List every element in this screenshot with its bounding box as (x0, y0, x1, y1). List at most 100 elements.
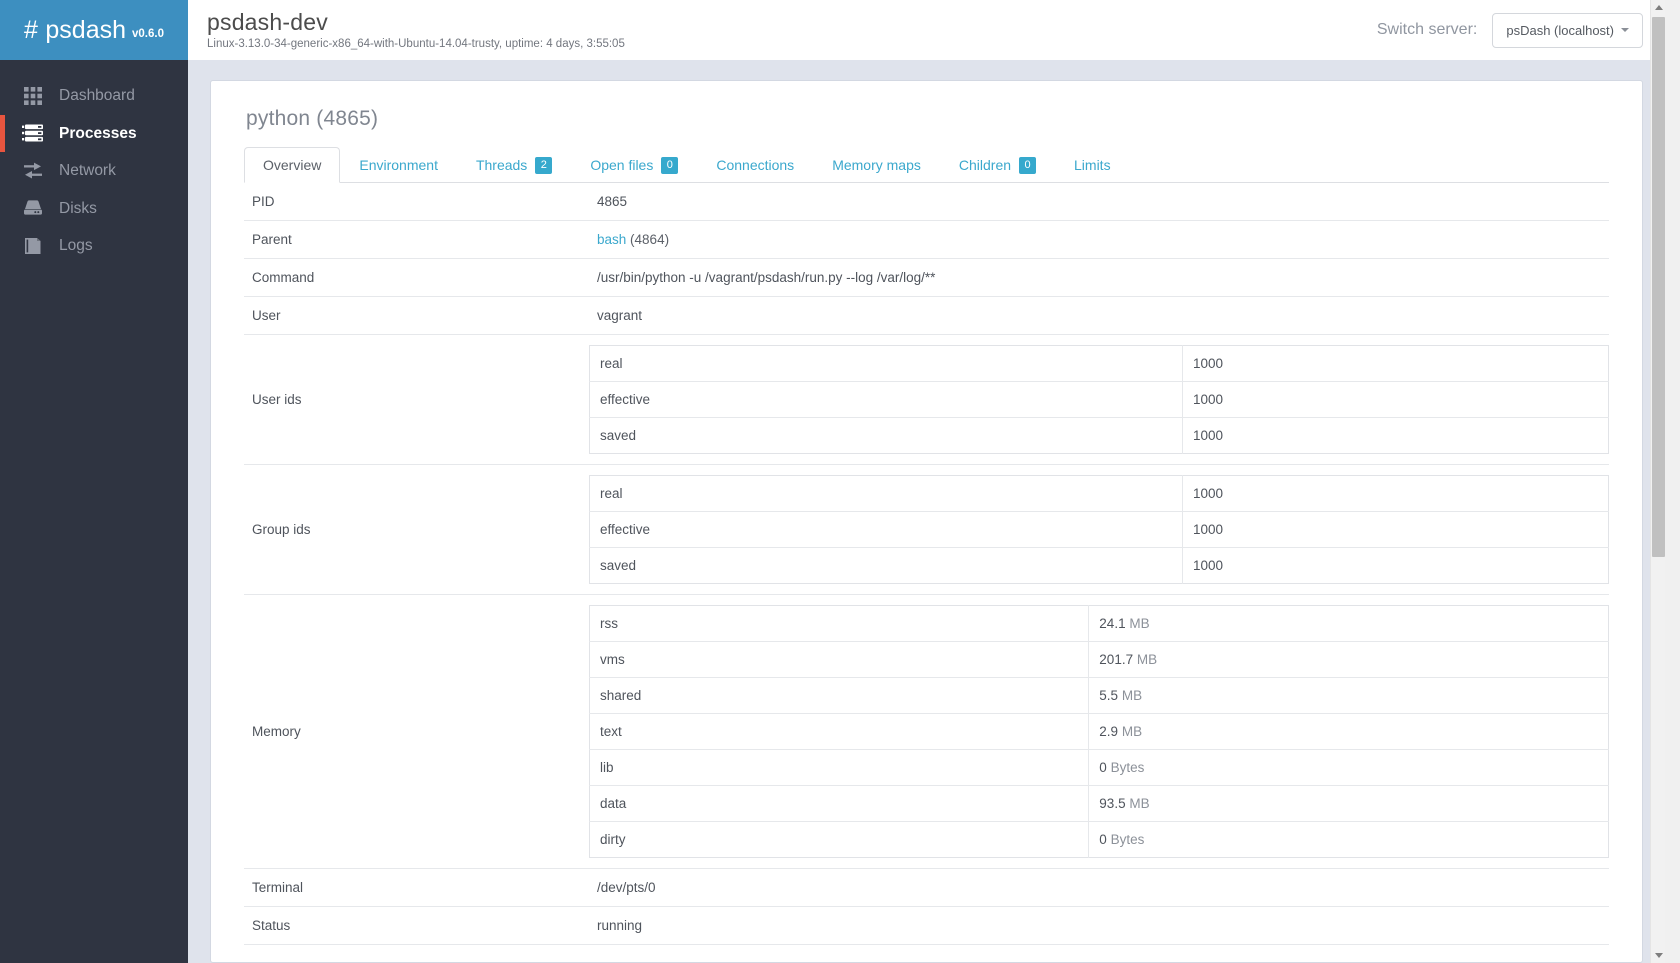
status-badge: 2 (535, 156, 553, 174)
row-value: bash (4864) (589, 220, 1609, 259)
scroll-up-icon[interactable] (1651, 0, 1666, 15)
server-select-dropdown[interactable]: psDash (localhost) (1492, 12, 1643, 48)
status-badge: 0 (661, 156, 679, 174)
scrollbar-thumb[interactable] (1652, 17, 1665, 557)
table-row: PID 4865 (244, 183, 1609, 221)
tab-overview[interactable]: Overview (244, 147, 341, 183)
tab-memory-maps[interactable]: Memory maps (813, 147, 940, 183)
memory-value: 201.7 MB (1088, 641, 1609, 678)
tab-label: Children (958, 157, 1012, 173)
table-row: Memory rss 24.1 MB vms 201.7 MB shared 5… (244, 594, 1609, 869)
group-id-kind: saved (589, 547, 1183, 584)
memory-number: 201.7 (1099, 652, 1134, 667)
user-id-kind: effective (589, 381, 1183, 418)
tab-label: Memory maps (832, 157, 921, 173)
table-row: Status running (244, 906, 1609, 945)
memory-kind: dirty (589, 821, 1090, 858)
tab-open-files[interactable]: Open files 0 (571, 147, 697, 183)
table-row: lib 0 Bytes (589, 749, 1609, 786)
user-ids-table: real 1000 effective 1000 saved 1000 (589, 345, 1609, 454)
tab-limits[interactable]: Limits (1055, 147, 1130, 183)
row-value: rss 24.1 MB vms 201.7 MB shared 5.5 MB t… (589, 594, 1609, 869)
parent-process-link[interactable]: bash (597, 232, 626, 247)
server-switcher: Switch server: psDash (localhost) (1376, 12, 1643, 48)
group-id-value: 1000 (1182, 547, 1609, 584)
table-row: rss 24.1 MB (589, 605, 1609, 642)
group-ids-table: real 1000 effective 1000 saved 1000 (589, 475, 1609, 584)
sidebar-item-label: Dashboard (59, 87, 135, 104)
server-icon (20, 121, 46, 145)
row-label: User ids (244, 334, 589, 465)
brand-name: psdash (45, 15, 127, 44)
sidebar-item-label: Logs (59, 237, 93, 254)
memory-value: 93.5 MB (1088, 785, 1609, 822)
memory-number: 0 (1099, 832, 1107, 847)
memory-unit: MB (1121, 688, 1143, 703)
host-subtitle: Linux-3.13.0-34-generic-x86_64-with-Ubun… (207, 38, 625, 51)
scroll-down-icon[interactable] (1651, 948, 1666, 963)
memory-value: 0 Bytes (1088, 749, 1609, 786)
table-row: effective 1000 (589, 511, 1609, 548)
memory-unit: MB (1121, 724, 1143, 739)
chevron-down-icon (1621, 28, 1629, 32)
hdd-icon (20, 196, 46, 220)
memory-kind: text (589, 713, 1090, 750)
table-row: User ids real 1000 effective 1000 saved … (244, 334, 1609, 465)
memory-kind: shared (589, 677, 1090, 714)
sidebar-item-network[interactable]: Network (0, 152, 188, 190)
table-row: data 93.5 MB (589, 785, 1609, 822)
row-label: Group ids (244, 464, 589, 595)
page-title: psdash-dev (207, 8, 328, 35)
page-scrollbar[interactable] (1650, 0, 1665, 963)
memory-number: 2.9 (1099, 724, 1119, 739)
row-value: 4865 (589, 183, 1609, 221)
table-row: saved 1000 (589, 547, 1609, 584)
process-title: python (4865) (246, 107, 379, 130)
brand-logo[interactable]: # psdash v0.6.0 (0, 0, 188, 60)
sidebar-item-label: Processes (59, 124, 137, 142)
book-icon (20, 234, 46, 258)
group-id-kind: real (589, 475, 1183, 512)
sidebar-item-disks[interactable]: Disks (0, 190, 188, 228)
memory-number: 5.5 (1099, 688, 1119, 703)
memory-kind: data (589, 785, 1090, 822)
tab-children[interactable]: Children 0 (940, 147, 1055, 183)
sidebar-nav: Dashboard Processes Network Disks Logs (0, 60, 188, 265)
table-row: dirty 0 Bytes (589, 821, 1609, 858)
sidebar-item-processes[interactable]: Processes (0, 114, 188, 153)
row-value: /dev/pts/0 (589, 868, 1609, 907)
main-area: psdash-dev Linux-3.13.0-34-generic-x86_6… (188, 0, 1665, 963)
sidebar: # psdash v0.6.0 Dashboard Processes Netw… (0, 0, 188, 963)
tab-label: Environment (359, 157, 438, 173)
table-row: real 1000 (589, 345, 1609, 382)
sidebar-item-logs[interactable]: Logs (0, 227, 188, 265)
process-tabs: Overview Environment Threads 2 Open file… (244, 147, 1609, 183)
row-value: running (589, 906, 1609, 945)
tab-label: Connections (716, 157, 795, 173)
user-id-kind: saved (589, 417, 1183, 454)
memory-number: 24.1 (1099, 616, 1126, 631)
row-label: Memory (244, 594, 589, 869)
tab-threads[interactable]: Threads 2 (457, 147, 571, 183)
tab-label: Threads (475, 157, 528, 173)
brand-version: v0.6.0 (132, 28, 164, 40)
table-row: User vagrant (244, 296, 1609, 335)
user-id-value: 1000 (1192, 356, 1223, 371)
sidebar-item-dashboard[interactable]: Dashboard (0, 77, 188, 115)
table-row: effective 1000 (589, 381, 1609, 418)
group-id-value: 1000 (1182, 511, 1609, 548)
content-area: python (4865) Overview Environment Threa… (188, 60, 1665, 963)
tab-environment[interactable]: Environment (340, 147, 457, 183)
switch-server-label: Switch server: (1376, 21, 1478, 38)
memory-kind: rss (589, 605, 1090, 642)
user-id-value: 1000 (1182, 381, 1609, 418)
server-select-value: psDash (localhost) (1506, 22, 1614, 38)
row-value: vagrant (589, 296, 1609, 335)
host-titles: psdash-dev Linux-3.13.0-34-generic-x86_6… (207, 10, 1377, 50)
status-badge: 0 (1019, 156, 1037, 174)
parent-process-pid: (4864) (630, 232, 670, 247)
table-row: Terminal /dev/pts/0 (244, 868, 1609, 907)
memory-unit: MB (1136, 652, 1158, 667)
psdash-app: # psdash v0.6.0 Dashboard Processes Netw… (0, 0, 1665, 963)
tab-connections[interactable]: Connections (697, 147, 813, 183)
